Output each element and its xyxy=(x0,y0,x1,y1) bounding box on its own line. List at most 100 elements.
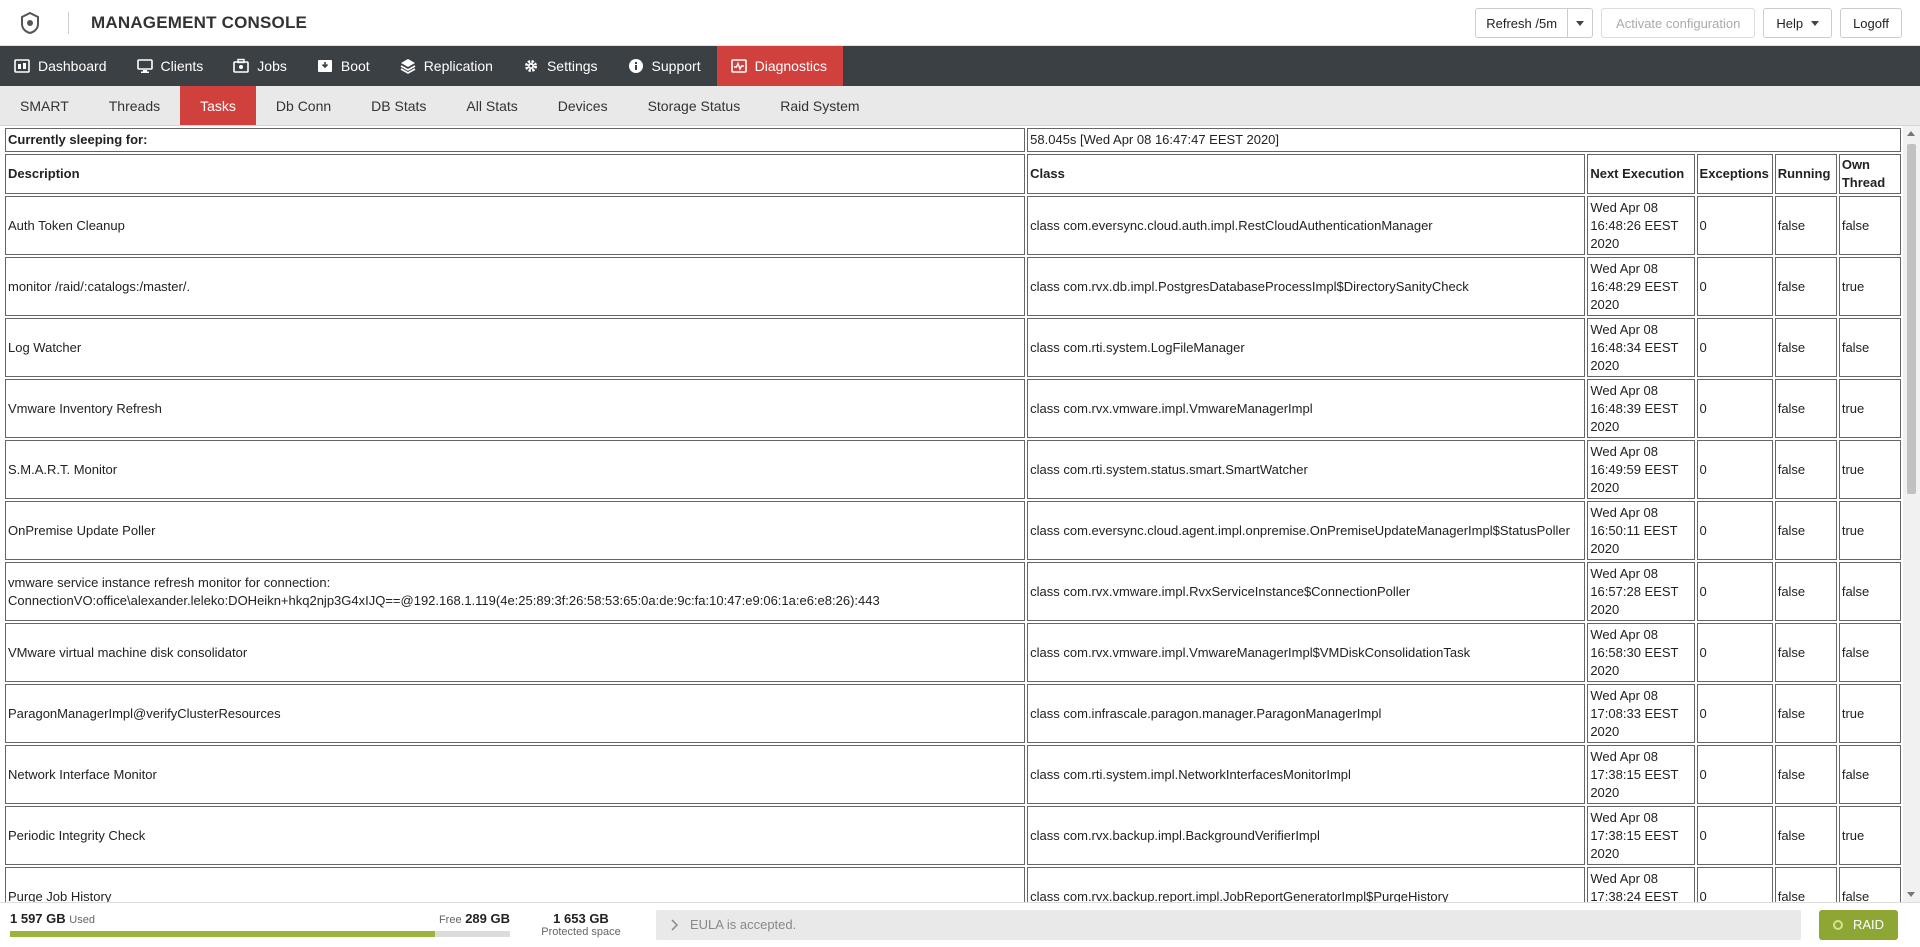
task-next-execution: Wed Apr 08 16:57:28 EEST 2020 xyxy=(1587,562,1695,621)
main-nav: Dashboard Clients Jobs Boot Replication … xyxy=(0,46,1920,86)
task-class: class com.rvx.backup.impl.BackgroundVeri… xyxy=(1027,806,1586,865)
refresh-dropdown-toggle[interactable] xyxy=(1568,9,1592,37)
info-icon xyxy=(628,59,643,73)
task-exceptions: 0 xyxy=(1696,440,1773,499)
activate-configuration-button[interactable]: Activate configuration xyxy=(1601,8,1756,38)
help-button[interactable]: Help xyxy=(1763,8,1833,38)
task-exceptions: 0 xyxy=(1696,806,1773,865)
tasks-table: Currently sleeping for: 58.045s [Wed Apr… xyxy=(3,126,1903,902)
task-exceptions: 0 xyxy=(1696,379,1773,438)
storage-bar xyxy=(10,930,510,937)
table-row: VMware virtual machine disk consolidator… xyxy=(5,623,1901,682)
col-exceptions: Exceptions xyxy=(1696,154,1773,194)
task-own-thread: true xyxy=(1838,257,1901,316)
task-own-thread: true xyxy=(1838,806,1901,865)
col-own-thread: Own Thread xyxy=(1838,154,1901,194)
raid-status-button[interactable]: RAID xyxy=(1818,909,1898,940)
used-value: 1 597 GB xyxy=(10,910,66,926)
status-footer: 1 597 GB Used Free 289 GB 1 653 GB Prote… xyxy=(0,902,1920,946)
task-exceptions: 0 xyxy=(1696,562,1773,621)
scroll-up-icon[interactable] xyxy=(1907,131,1915,136)
task-description: ParagonManagerImpl@verifyClusterResource… xyxy=(5,684,1026,743)
tab-storage-status[interactable]: Storage Status xyxy=(628,86,761,125)
task-description: OnPremise Update Poller xyxy=(5,501,1026,560)
free-label: Free xyxy=(438,913,462,926)
task-next-execution: Wed Apr 08 17:38:15 EEST 2020 xyxy=(1587,806,1695,865)
task-class: class com.rti.system.LogFileManager xyxy=(1027,318,1586,377)
nav-support-label: Support xyxy=(651,58,701,74)
table-row: S.M.A.R.T. Monitor class com.rti.system.s… xyxy=(5,440,1901,499)
refresh-split-button[interactable]: Refresh /5m xyxy=(1475,8,1594,38)
task-next-execution: Wed Apr 08 16:48:39 EEST 2020 xyxy=(1587,379,1695,438)
task-running: false xyxy=(1774,440,1837,499)
task-description: Purge Job History xyxy=(5,867,1026,902)
nav-replication[interactable]: Replication xyxy=(386,46,509,86)
task-running: false xyxy=(1774,684,1837,743)
table-row: Log Watcher class com.rti.system.LogFileM… xyxy=(5,318,1901,377)
task-running: false xyxy=(1774,867,1837,902)
sleeping-row: Currently sleeping for: 58.045s [Wed Apr… xyxy=(5,128,1901,152)
nav-clients-label: Clients xyxy=(160,58,204,74)
tab-tasks[interactable]: Tasks xyxy=(180,86,256,125)
task-own-thread: false xyxy=(1838,318,1901,377)
task-own-thread: true xyxy=(1838,684,1901,743)
task-class: class com.eversync.cloud.auth.impl.RestC… xyxy=(1027,196,1586,255)
tab-db-conn[interactable]: Db Conn xyxy=(256,86,351,125)
task-running: false xyxy=(1774,379,1837,438)
boot-icon xyxy=(317,60,332,72)
storage-usage: 1 597 GB Used Free 289 GB xyxy=(0,903,510,947)
tab-smart[interactable]: SMART xyxy=(0,86,89,125)
task-class: class com.eversync.cloud.agent.impl.onpr… xyxy=(1027,501,1586,560)
nav-dashboard[interactable]: Dashboard xyxy=(0,46,123,86)
eula-status[interactable]: EULA is accepted. xyxy=(656,909,1801,940)
tab-all-stats[interactable]: All Stats xyxy=(446,86,537,125)
table-header-row: Description Class Next Execution Excepti… xyxy=(5,154,1901,194)
task-own-thread: true xyxy=(1838,501,1901,560)
task-description: Log Watcher xyxy=(5,318,1026,377)
task-next-execution: Wed Apr 08 17:08:33 EEST 2020 xyxy=(1587,684,1695,743)
free-space: Free 289 GB xyxy=(439,911,510,926)
task-exceptions: 0 xyxy=(1696,684,1773,743)
app-logo-icon[interactable] xyxy=(16,9,44,37)
task-own-thread: false xyxy=(1838,867,1901,902)
task-own-thread: false xyxy=(1838,623,1901,682)
chevron-down-icon xyxy=(1811,20,1820,26)
tab-threads[interactable]: Threads xyxy=(89,86,180,125)
task-class: class com.rvx.backup.report.impl.JobRepo… xyxy=(1027,867,1586,902)
table-row: Periodic Integrity Check class com.rvx.ba… xyxy=(5,806,1901,865)
nav-clients[interactable]: Clients xyxy=(123,46,220,86)
task-exceptions: 0 xyxy=(1696,623,1773,682)
sleeping-value: 58.045s [Wed Apr 08 16:47:47 EEST 2020] xyxy=(1027,128,1901,152)
nav-boot[interactable]: Boot xyxy=(303,46,386,86)
task-own-thread: false xyxy=(1838,562,1901,621)
task-description: monitor /raid/:catalogs:/master/. xyxy=(5,257,1026,316)
task-class: class com.rti.system.impl.NetworkInterfa… xyxy=(1027,745,1586,804)
nav-jobs[interactable]: Jobs xyxy=(219,46,303,86)
tab-raid-system[interactable]: Raid System xyxy=(760,86,879,125)
refresh-button[interactable]: Refresh /5m xyxy=(1476,9,1569,37)
nav-dashboard-label: Dashboard xyxy=(38,58,107,74)
vertical-scrollbar[interactable] xyxy=(1903,126,1920,902)
table-row: Vmware Inventory Refresh class com.rvx.vm… xyxy=(5,379,1901,438)
task-running: false xyxy=(1774,745,1837,804)
nav-settings[interactable]: Settings xyxy=(509,46,614,86)
task-class: class com.rvx.vmware.impl.RvxServiceInst… xyxy=(1027,562,1586,621)
scrollbar-thumb[interactable] xyxy=(1907,144,1916,494)
scroll-down-icon[interactable] xyxy=(1907,892,1915,897)
col-running: Running xyxy=(1774,154,1837,194)
task-next-execution: Wed Apr 08 16:58:30 EEST 2020 xyxy=(1587,623,1695,682)
tab-devices[interactable]: Devices xyxy=(538,86,628,125)
task-description: Vmware Inventory Refresh xyxy=(5,379,1026,438)
task-rows: Auth Token Cleanup class com.eversync.clo… xyxy=(5,196,1901,902)
chevron-right-icon xyxy=(671,918,678,931)
table-row: monitor /raid/:catalogs:/master/. class c… xyxy=(5,257,1901,316)
table-row: ParagonManagerImpl@verifyClusterResource… xyxy=(5,684,1901,743)
nav-support[interactable]: Support xyxy=(614,46,717,86)
free-value: 289 GB xyxy=(465,910,510,926)
tab-db-stats[interactable]: DB Stats xyxy=(351,86,446,125)
logoff-button[interactable]: Logoff xyxy=(1840,8,1902,38)
used-label: Used xyxy=(69,913,95,926)
nav-diagnostics[interactable]: Diagnostics xyxy=(716,46,843,86)
chevron-down-icon xyxy=(1576,20,1585,26)
nav-diagnostics-label: Diagnostics xyxy=(754,58,827,74)
